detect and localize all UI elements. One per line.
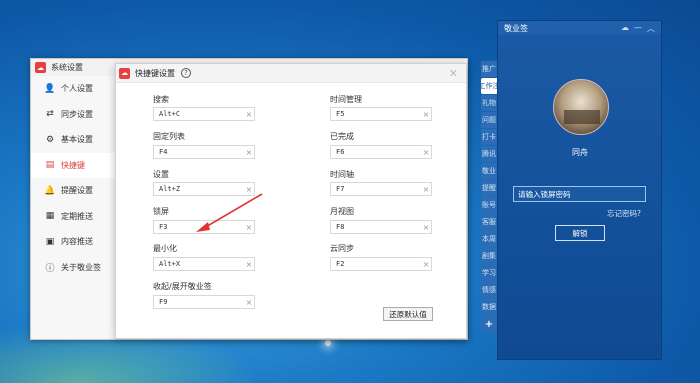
- lock-password-input[interactable]: 请输入锁屏密码: [513, 186, 646, 202]
- field-label-search: 搜索: [153, 95, 169, 104]
- note-tab[interactable]: 情感: [481, 282, 497, 298]
- field-label-timeline: 时间轴: [330, 170, 354, 179]
- hotkey-input-month-view[interactable]: F8 ×: [330, 220, 432, 234]
- sidebar-item-label: 同步设置: [61, 109, 93, 119]
- hotkey-input-timeline[interactable]: F7 ×: [330, 182, 432, 196]
- collapse-icon[interactable]: ︿: [647, 23, 655, 34]
- clear-icon[interactable]: ×: [421, 110, 431, 119]
- sidebar-item-reminder[interactable]: 🔔 提醒设置: [31, 178, 115, 204]
- close-icon[interactable]: ✕: [449, 67, 458, 80]
- sidebar-item-label: 内容推送: [61, 237, 93, 247]
- note-tab[interactable]: 数据: [481, 299, 497, 315]
- schedule-icon: ▦: [45, 211, 55, 222]
- field-label-settings: 设置: [153, 170, 169, 179]
- field-label-minimize: 最小化: [153, 244, 177, 253]
- app-logo-icon: ☁: [35, 62, 46, 73]
- hotkey-input-time-management[interactable]: F5 ×: [330, 107, 432, 121]
- hotkey-input-minimize[interactable]: Alt+X ×: [153, 257, 255, 271]
- minimize-icon[interactable]: —: [634, 23, 642, 34]
- field-label-month-view: 月视图: [330, 207, 354, 216]
- sidebar-item-label: 基本设置: [61, 135, 93, 145]
- clear-icon[interactable]: ×: [421, 185, 431, 194]
- note-tab-strip: 推广 工作注 礼物 问题 打卡 腾讯 敬业 提醒 账号 客服 本周 剧集 学习 …: [481, 61, 497, 336]
- sidebar-item-label: 快捷键: [61, 160, 85, 170]
- settings-sidebar: 👤 个人设置 ⇄ 同步设置 ⚙ 基本设置 ▤ 快捷键 🔔 提醒设置 ▦ 定期推送…: [31, 76, 115, 339]
- annotation-arrow-icon: [196, 193, 263, 232]
- cloud-icon[interactable]: ☁: [621, 23, 629, 34]
- app-logo-icon: ☁: [119, 67, 130, 79]
- note-tab[interactable]: 问题: [481, 112, 497, 128]
- clear-icon[interactable]: ×: [244, 148, 254, 157]
- bell-icon: 🔔: [44, 185, 56, 196]
- clear-icon[interactable]: ×: [244, 110, 254, 119]
- forgot-password-link[interactable]: 忘记密码?: [607, 208, 641, 219]
- note-tab[interactable]: 账号: [481, 197, 497, 213]
- hotkey-input-cloud-sync[interactable]: F2 ×: [330, 257, 432, 271]
- sidebar-item-label: 定期推送: [61, 211, 93, 221]
- note-tab[interactable]: 提醒: [481, 180, 497, 196]
- note-tab[interactable]: 学习: [481, 265, 497, 281]
- hotkey-title: 快捷键设置: [135, 68, 175, 78]
- wallpaper-flare: [325, 340, 331, 346]
- restore-defaults-button[interactable]: 还原默认值: [383, 307, 433, 321]
- clear-icon[interactable]: ×: [421, 148, 431, 157]
- note-tab[interactable]: 客服: [481, 214, 497, 230]
- sync-icon: ⇄: [46, 109, 54, 120]
- avatar: [553, 79, 609, 135]
- document-icon: ▣: [45, 236, 55, 247]
- note-tab[interactable]: 礼物: [481, 95, 497, 111]
- hotkey-titlebar: ☁ 快捷键设置 ?: [116, 64, 466, 83]
- hotkey-input-pinned-list[interactable]: F4 ×: [153, 145, 255, 159]
- clear-icon[interactable]: ×: [421, 223, 431, 232]
- sidebar-item-hotkeys[interactable]: ▤ 快捷键: [31, 152, 115, 178]
- keyboard-icon: ▤: [45, 160, 55, 171]
- hotkey-input-toggle-app[interactable]: F9 ×: [153, 295, 255, 309]
- field-label-time-management: 时间管理: [330, 95, 362, 104]
- avatar-photo: [564, 110, 600, 124]
- clear-icon[interactable]: ×: [244, 260, 254, 269]
- sidebar-item-personal[interactable]: 👤 个人设置: [31, 76, 115, 102]
- note-tab[interactable]: 打卡: [481, 129, 497, 145]
- field-label-completed: 已完成: [330, 132, 354, 141]
- settings-title: 系统设置: [51, 63, 83, 72]
- help-icon[interactable]: ?: [181, 68, 191, 78]
- field-label-pinned-list: 固定列表: [153, 132, 185, 141]
- note-tab[interactable]: 腾讯: [481, 146, 497, 162]
- username: 同舟: [572, 148, 588, 157]
- clear-icon[interactable]: ×: [421, 260, 431, 269]
- note-tab[interactable]: 剧集: [481, 248, 497, 264]
- sidebar-item-content-push[interactable]: ▣ 内容推送: [31, 229, 115, 255]
- add-tab-button[interactable]: +: [481, 316, 497, 332]
- hotkey-input-completed[interactable]: F6 ×: [330, 145, 432, 159]
- note-panel-controls: ☁ — ︿: [621, 23, 655, 34]
- sidebar-item-label: 提醒设置: [61, 186, 93, 196]
- sidebar-item-basic[interactable]: ⚙ 基本设置: [31, 127, 115, 153]
- note-tab-active[interactable]: 工作注: [481, 78, 497, 94]
- sidebar-item-label: 关于敬业签: [61, 262, 101, 272]
- clear-icon[interactable]: ×: [244, 298, 254, 307]
- field-label-toggle-app: 收起/展开敬业签: [153, 282, 212, 291]
- note-tab[interactable]: 敬业: [481, 163, 497, 179]
- sidebar-item-sync[interactable]: ⇄ 同步设置: [31, 102, 115, 128]
- field-label-lock-screen: 锁屏: [153, 207, 169, 216]
- note-panel-title: 敬业签: [504, 23, 528, 33]
- note-tab[interactable]: 推广: [481, 61, 497, 77]
- sidebar-item-scheduled-push[interactable]: ▦ 定期推送: [31, 204, 115, 230]
- sidebar-item-label: 个人设置: [61, 84, 93, 94]
- info-icon: ⓘ: [45, 263, 55, 274]
- user-icon: 👤: [44, 83, 56, 94]
- unlock-button[interactable]: 解锁: [555, 225, 605, 241]
- sidebar-item-about[interactable]: ⓘ 关于敬业签: [31, 255, 115, 281]
- field-label-cloud-sync: 云同步: [330, 244, 354, 253]
- gear-icon: ⚙: [45, 134, 55, 145]
- note-tab[interactable]: 本周: [481, 231, 497, 247]
- hotkey-input-search[interactable]: Alt+C ×: [153, 107, 255, 121]
